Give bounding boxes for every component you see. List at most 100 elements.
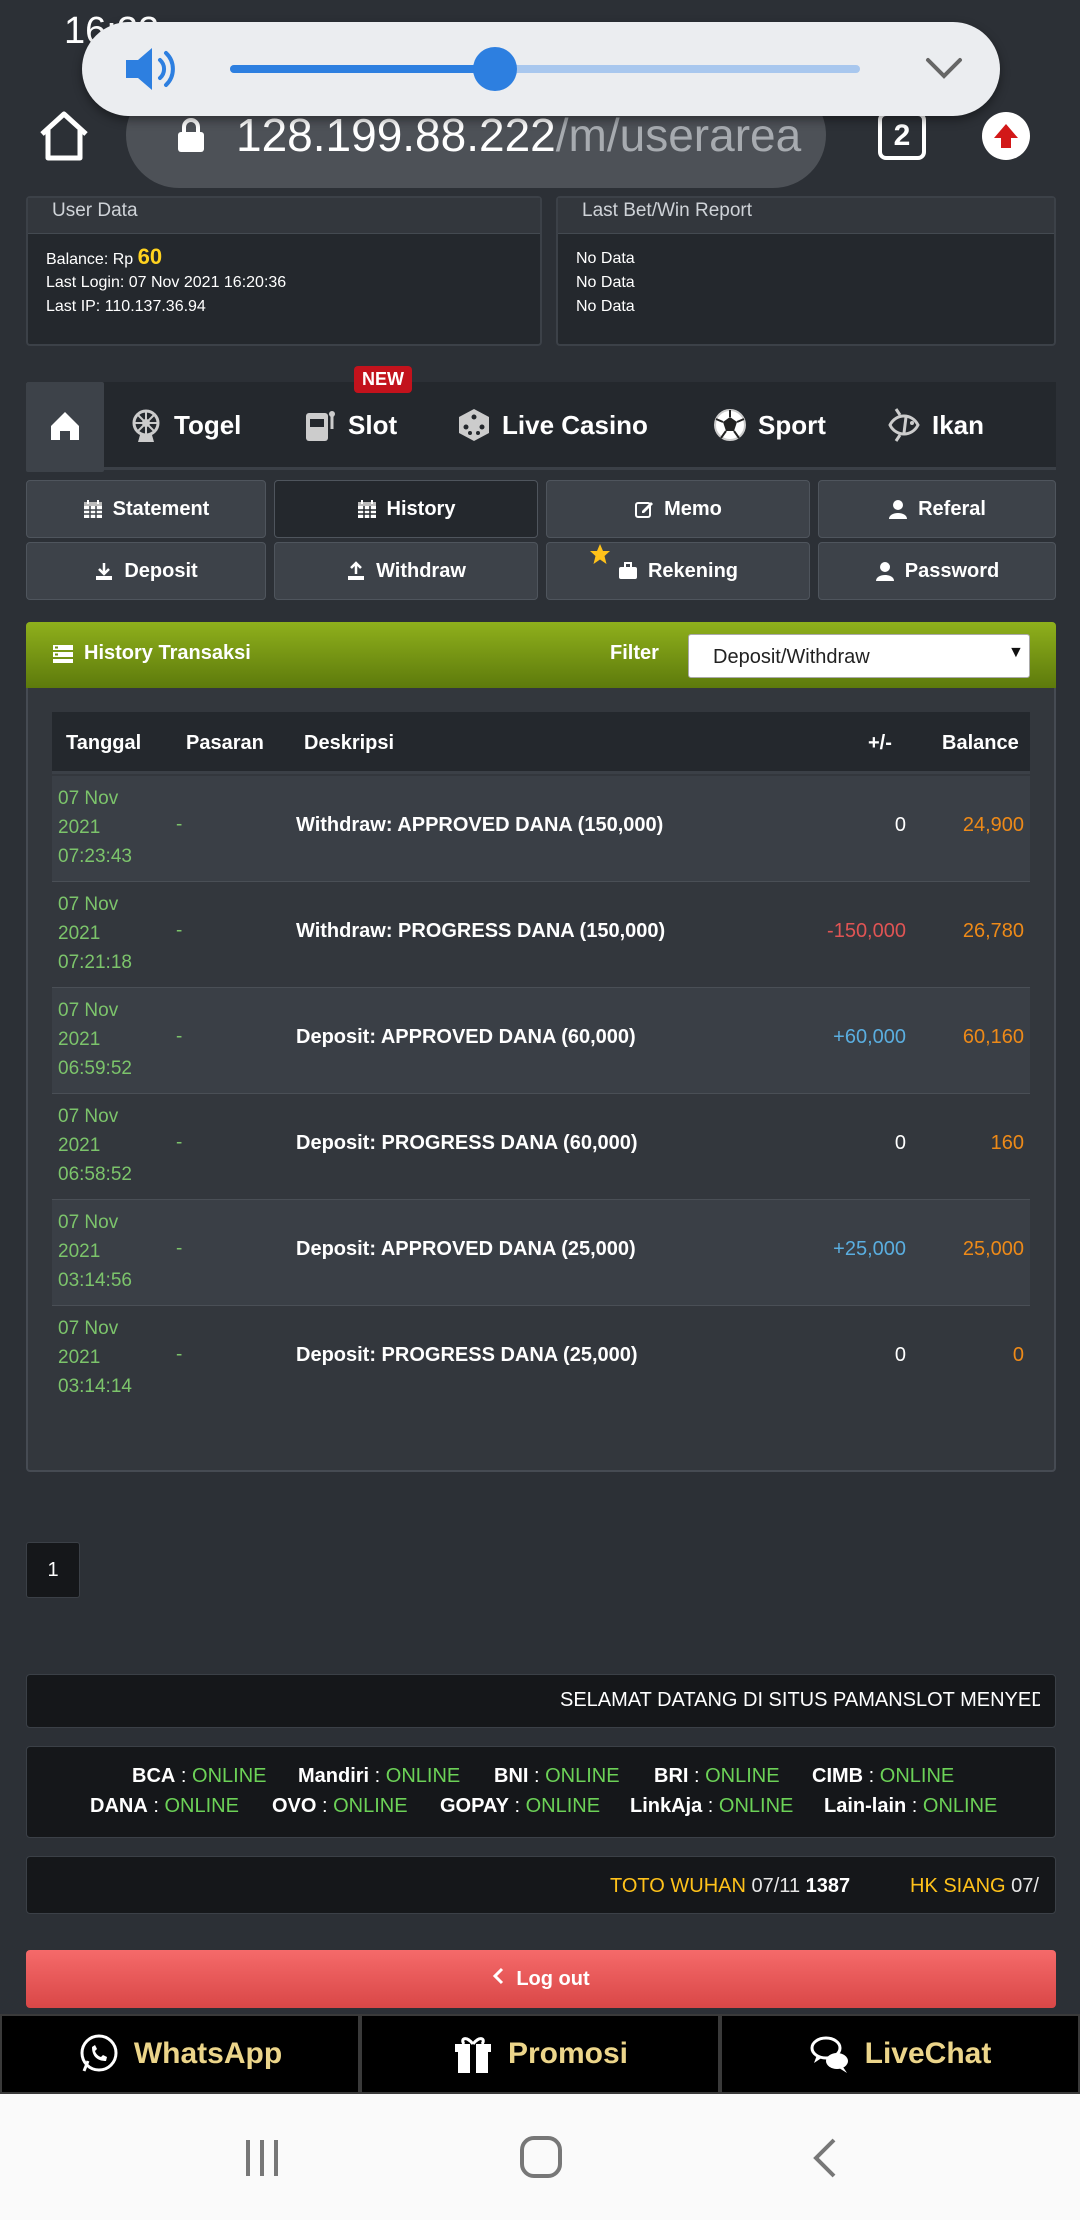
row-pasaran: - <box>176 1344 183 1365</box>
star-icon <box>589 543 611 571</box>
bank-name: DANA <box>90 1795 148 1817</box>
row-description: Deposit: PROGRESS DANA (60,000) <box>296 1132 638 1154</box>
user-icon <box>875 561 895 581</box>
download-tray-icon <box>94 561 114 581</box>
calendar-icon <box>357 499 377 519</box>
referal-label: Referal <box>918 497 986 520</box>
result-item: TOTO WUHAN 07/11 1387 <box>610 1875 850 1898</box>
caret-down-icon: ▼ <box>1008 644 1024 661</box>
chevron-down-icon[interactable] <box>924 50 964 86</box>
row-amount: +25,000 <box>833 1238 906 1260</box>
table-row: 07 Nov 2021 03:14:14 - Deposit: PROGRESS… <box>52 1306 1030 1412</box>
nav-ikan[interactable]: Ikan <box>886 402 984 448</box>
history-title: History Transaksi <box>52 642 251 665</box>
rekening-button[interactable]: Rekening <box>546 542 810 600</box>
bank-online: ONLINE <box>525 1795 601 1817</box>
last-bet-row: No Data <box>576 298 635 315</box>
upload-arrow-icon[interactable] <box>982 112 1030 160</box>
recent-apps-icon[interactable] <box>240 2136 284 2185</box>
row-date: 07 Nov 2021 03:14:56 <box>58 1212 132 1291</box>
memo-button[interactable]: Memo <box>546 480 810 538</box>
statement-label: Statement <box>112 497 210 520</box>
row-pasaran: - <box>176 920 183 941</box>
row-amount: 0 <box>894 1344 906 1366</box>
lock-icon <box>176 118 206 154</box>
row-date: 07 Nov 2021 03:14:14 <box>58 1318 132 1397</box>
col-balance: Balance <box>942 732 1019 754</box>
bank-status: BNI : ONLINE <box>494 1765 620 1787</box>
chat-bubbles-icon <box>809 2033 851 2075</box>
user-icon <box>888 499 908 519</box>
bank-online: ONLINE <box>879 1765 955 1787</box>
dice-icon <box>456 407 492 443</box>
home-circle-icon[interactable] <box>518 2134 564 2185</box>
bank-name: Mandiri <box>298 1765 370 1787</box>
volume-slider-knob[interactable] <box>473 47 517 91</box>
result-date: 07/11 <box>751 1875 801 1897</box>
livechat-label: LiveChat <box>864 2037 992 2070</box>
back-icon[interactable] <box>806 2136 846 2185</box>
fish-icon <box>886 407 922 443</box>
nav-sport[interactable]: Sport <box>712 402 826 448</box>
nav-ikan-label: Ikan <box>932 409 985 440</box>
bank-name: CIMB <box>812 1765 864 1787</box>
row-date: 07 Nov 2021 06:58:52 <box>58 1106 132 1185</box>
bank-status: OVO : ONLINE <box>272 1795 408 1817</box>
results-ticker <box>26 1856 1056 1914</box>
history-button[interactable]: History <box>274 480 538 538</box>
user-data-heading: User Data <box>52 200 138 221</box>
table-row: 07 Nov 2021 07:21:18 - Withdraw: PROGRES… <box>52 882 1030 988</box>
nav-slot[interactable]: Slot <box>302 402 397 448</box>
bank-name: Lain-lain <box>824 1795 907 1817</box>
rekening-label: Rekening <box>647 559 739 582</box>
row-pasaran: - <box>176 814 183 835</box>
last-bet-heading: Last Bet/Win Report <box>582 200 753 221</box>
gift-icon <box>452 2033 494 2075</box>
bank-online: ONLINE <box>545 1765 620 1787</box>
list-icon <box>52 644 74 664</box>
row-description: Deposit: APPROVED DANA (60,000) <box>296 1026 636 1048</box>
filter-select[interactable]: Deposit/Withdraw <box>688 634 1030 678</box>
col-tanggal: Tanggal <box>66 732 142 754</box>
page-button[interactable]: 1 <box>26 1542 80 1598</box>
row-date: 07 Nov 2021 06:59:52 <box>58 1000 132 1079</box>
referal-button[interactable]: Referal <box>818 480 1056 538</box>
speaker-icon[interactable] <box>122 42 182 96</box>
logout-button[interactable]: Log out <box>26 1950 1056 2008</box>
password-button[interactable]: Password <box>818 542 1056 600</box>
nav-togel[interactable]: Togel <box>128 402 241 448</box>
wheel-icon <box>128 407 164 443</box>
balance-line: Balance: Rp 60 <box>46 244 162 270</box>
promosi-button[interactable]: Promosi <box>360 2014 720 2094</box>
tab-switcher-button[interactable]: 2 <box>878 112 926 160</box>
withdraw-button[interactable]: Withdraw <box>274 542 538 600</box>
nav-live-casino[interactable]: Live Casino <box>456 402 648 448</box>
bank-name: BNI <box>494 1765 529 1787</box>
livechat-button[interactable]: LiveChat <box>720 2014 1080 2094</box>
memo-label: Memo <box>664 497 722 520</box>
row-description: Deposit: PROGRESS DANA (25,000) <box>296 1344 638 1366</box>
nav-togel-label: Togel <box>174 409 242 440</box>
nav-home-button[interactable] <box>26 382 104 472</box>
row-description: Withdraw: PROGRESS DANA (150,000) <box>296 920 666 942</box>
deposit-button[interactable]: Deposit <box>26 542 266 600</box>
row-balance: 24,900 <box>962 814 1024 836</box>
bank-status: GOPAY : ONLINE <box>440 1795 601 1817</box>
bank-status: CIMB : ONLINE <box>812 1765 955 1787</box>
whatsapp-button[interactable]: WhatsApp <box>0 2014 360 2094</box>
last-bet-panel: Last Bet/Win Report No Data No Data No D… <box>556 196 1056 346</box>
soccer-ball-icon <box>712 407 748 443</box>
bank-online: ONLINE <box>192 1765 267 1787</box>
result-date: 07/ <box>1011 1875 1039 1897</box>
browser-home-icon[interactable] <box>36 108 92 164</box>
row-balance: 160 <box>990 1132 1024 1154</box>
table-row: 07 Nov 2021 03:14:56 - Deposit: APPROVED… <box>52 1200 1030 1306</box>
password-label: Password <box>904 559 1000 582</box>
last-ip: Last IP: 110.137.36.94 <box>46 298 206 315</box>
new-badge: NEW <box>354 366 412 393</box>
table-row: 07 Nov 2021 06:59:52 - Deposit: APPROVED… <box>52 988 1030 1094</box>
statement-button[interactable]: Statement <box>26 480 266 538</box>
history-title-text: History Transaksi <box>84 642 251 664</box>
url-host: 128.199.88.222 <box>236 109 556 161</box>
url-text[interactable]: 128.199.88.222/m/userarea <box>236 108 802 162</box>
